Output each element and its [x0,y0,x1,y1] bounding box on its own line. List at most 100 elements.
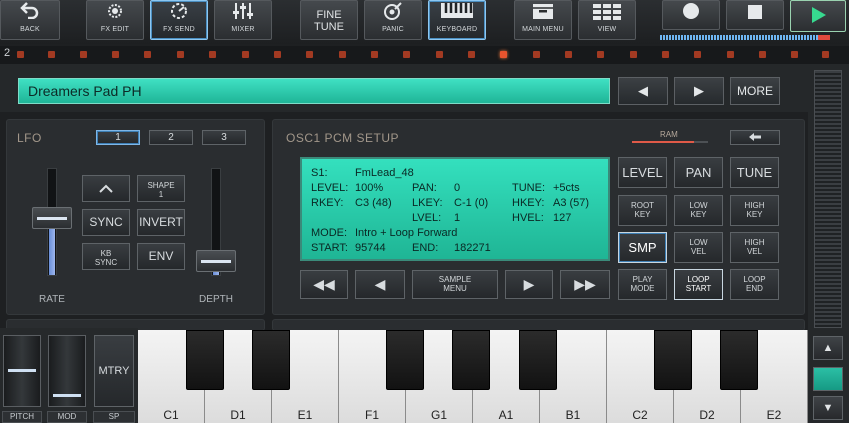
more-button[interactable]: MORE [730,77,780,105]
lcd-tune-key: TUNE: [512,182,545,194]
part-led[interactable] [242,51,249,58]
view-button[interactable]: VIEW [578,0,636,40]
depth-fader-handle[interactable] [196,249,236,272]
rewind-button[interactable]: ◀◀ [300,270,348,299]
fx-send-button[interactable]: FX SEND [150,0,208,40]
mixer-button[interactable]: MIXER [214,0,272,40]
black-key[interactable] [252,330,290,390]
play-mode-button[interactable]: PLAY MODE [618,269,667,300]
scroll-up-button[interactable]: ▲ [813,336,843,360]
part-led[interactable] [80,51,87,58]
kb-sync-button[interactable]: KB SYNC [82,243,130,270]
part-led[interactable] [533,51,540,58]
smp-button[interactable]: SMP [618,232,667,263]
black-key[interactable] [720,330,758,390]
part-led[interactable] [436,51,443,58]
shape-button[interactable]: SHAPE 1 [137,175,185,202]
panel-scrollbar[interactable] [814,70,842,328]
tune-button[interactable]: TUNE [730,157,779,188]
pitch-wheel[interactable] [3,335,41,407]
key-label: D1 [230,408,246,422]
lfo-tab-1[interactable]: 1 [96,130,140,145]
lfo-up-button[interactable] [82,175,130,202]
part-led[interactable] [791,51,798,58]
black-key[interactable] [452,330,490,390]
part-led[interactable] [565,51,572,58]
panic-button[interactable]: PANIC [364,0,422,40]
part-led[interactable] [371,51,378,58]
next-patch-button[interactable]: ▶ [674,77,724,105]
sync-button[interactable]: SYNC [82,209,130,236]
lfo-tab-3[interactable]: 3 [202,130,246,145]
loop-start-button[interactable]: LOOP START [674,269,723,300]
part-led[interactable] [662,51,669,58]
loop-end-button[interactable]: LOOP END [730,269,779,300]
rate-fader-handle[interactable] [32,206,72,229]
part-led[interactable] [274,51,281,58]
high-key-button[interactable]: HIGH KEY [730,195,779,226]
record-icon [663,1,719,29]
low-vel-button[interactable]: LOW VEL [674,232,723,263]
part-led[interactable] [144,51,151,58]
black-key[interactable] [654,330,692,390]
fine-tune-button[interactable]: FINE TUNE [300,0,358,40]
part-led[interactable] [727,51,734,58]
panic-label: PANIC [382,26,404,33]
part-led[interactable] [306,51,313,58]
fine-tune-line2: TUNE [314,21,344,33]
drawer-icon [515,1,571,26]
sample-menu-button[interactable]: SAMPLE MENU [412,270,498,299]
lfo-tab-2[interactable]: 2 [149,130,193,145]
top-toolbar: BACK FX EDIT FX SEND MIXER FINE TUNE PANI… [0,0,849,44]
black-key[interactable] [386,330,424,390]
lcd-start-value: 95744 [355,242,386,254]
patch-name-display[interactable]: Dreamers Pad PH [18,78,610,104]
keyboard-button[interactable]: KEYBOARD [428,0,486,40]
sample-next-button[interactable]: ▶ [505,270,553,299]
pan-button[interactable]: PAN [674,157,723,188]
part-led[interactable] [209,51,216,58]
high-vel-button[interactable]: HIGH VEL [730,232,779,263]
fx-send-icon [151,1,207,26]
black-key[interactable] [519,330,557,390]
scroll-down-button[interactable]: ▼ [813,396,843,420]
black-key[interactable] [186,330,224,390]
root-key-button[interactable]: ROOT KEY [618,195,667,226]
forward-button[interactable]: ▶▶ [560,270,610,299]
part-led[interactable] [177,51,184,58]
part-led[interactable] [468,51,475,58]
lcd-tune-value: +5cts [553,182,580,194]
part-led[interactable] [759,51,766,58]
lcd-rkey-value: C3 (48) [355,197,392,209]
mtry-button[interactable]: MTRY [94,335,134,407]
play-button[interactable] [790,0,846,32]
lcd-pan-key: PAN: [412,182,437,194]
fx-edit-button[interactable]: FX EDIT [86,0,144,40]
main-menu-label: MAIN MENU [522,26,564,33]
part-led[interactable] [630,51,637,58]
part-led[interactable] [48,51,55,58]
level-button[interactable]: LEVEL [618,157,667,188]
osc-back-button[interactable] [730,130,780,145]
ram-usage-bar [632,141,694,143]
part-led[interactable] [822,51,829,58]
lcd-s1-key: S1: [311,167,328,179]
stop-button[interactable] [726,0,784,30]
part-led[interactable] [403,51,410,58]
part-led[interactable] [597,51,604,58]
main-menu-button[interactable]: MAIN MENU [514,0,572,40]
env-button[interactable]: ENV [137,243,185,270]
part-led[interactable] [112,51,119,58]
part-led-active[interactable] [500,51,507,58]
mod-wheel[interactable] [48,335,86,407]
octave-indicator[interactable] [813,367,843,391]
prev-patch-button[interactable]: ◀ [618,77,668,105]
back-button[interactable]: BACK [0,0,60,40]
low-key-button[interactable]: LOW KEY [674,195,723,226]
part-led[interactable] [694,51,701,58]
record-button[interactable] [662,0,720,30]
part-led[interactable] [339,51,346,58]
invert-button[interactable]: INVERT [137,209,185,236]
sample-prev-button[interactable]: ◀ [355,270,405,299]
part-led[interactable] [17,51,24,58]
